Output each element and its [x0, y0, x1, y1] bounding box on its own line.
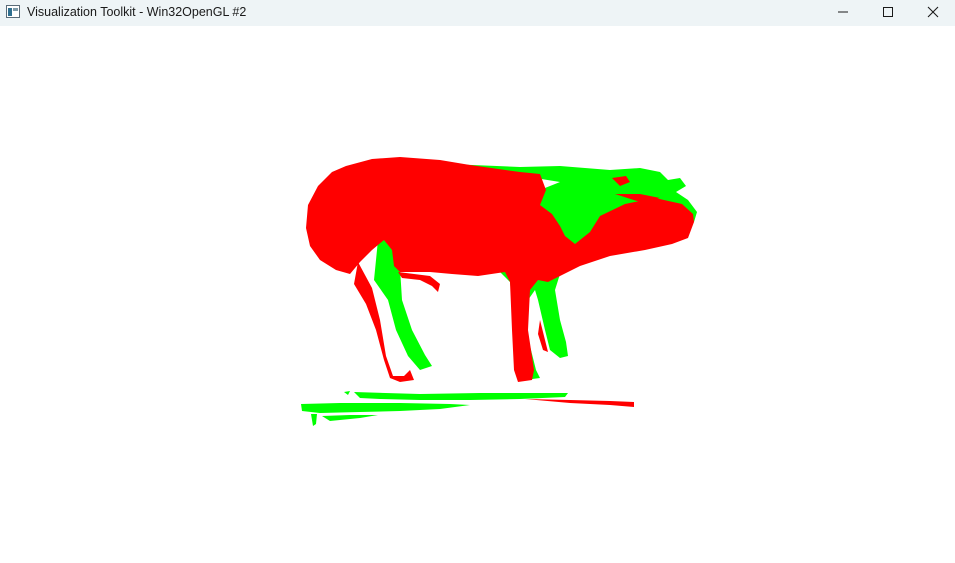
minimize-icon	[837, 6, 849, 18]
vtk-window: Visualization Toolkit - Win32OpenGL #2	[0, 0, 955, 563]
vtk-app-icon	[6, 5, 20, 18]
red-model	[306, 157, 694, 407]
maximize-button[interactable]	[865, 0, 911, 24]
render-scene	[301, 157, 697, 426]
close-button[interactable]	[910, 0, 955, 24]
render-viewport[interactable]	[0, 26, 955, 563]
close-icon	[927, 6, 939, 18]
maximize-icon	[882, 6, 894, 18]
window-title: Visualization Toolkit - Win32OpenGL #2	[27, 5, 247, 19]
minimize-button[interactable]	[820, 0, 866, 24]
title-bar[interactable]: Visualization Toolkit - Win32OpenGL #2	[0, 0, 955, 26]
